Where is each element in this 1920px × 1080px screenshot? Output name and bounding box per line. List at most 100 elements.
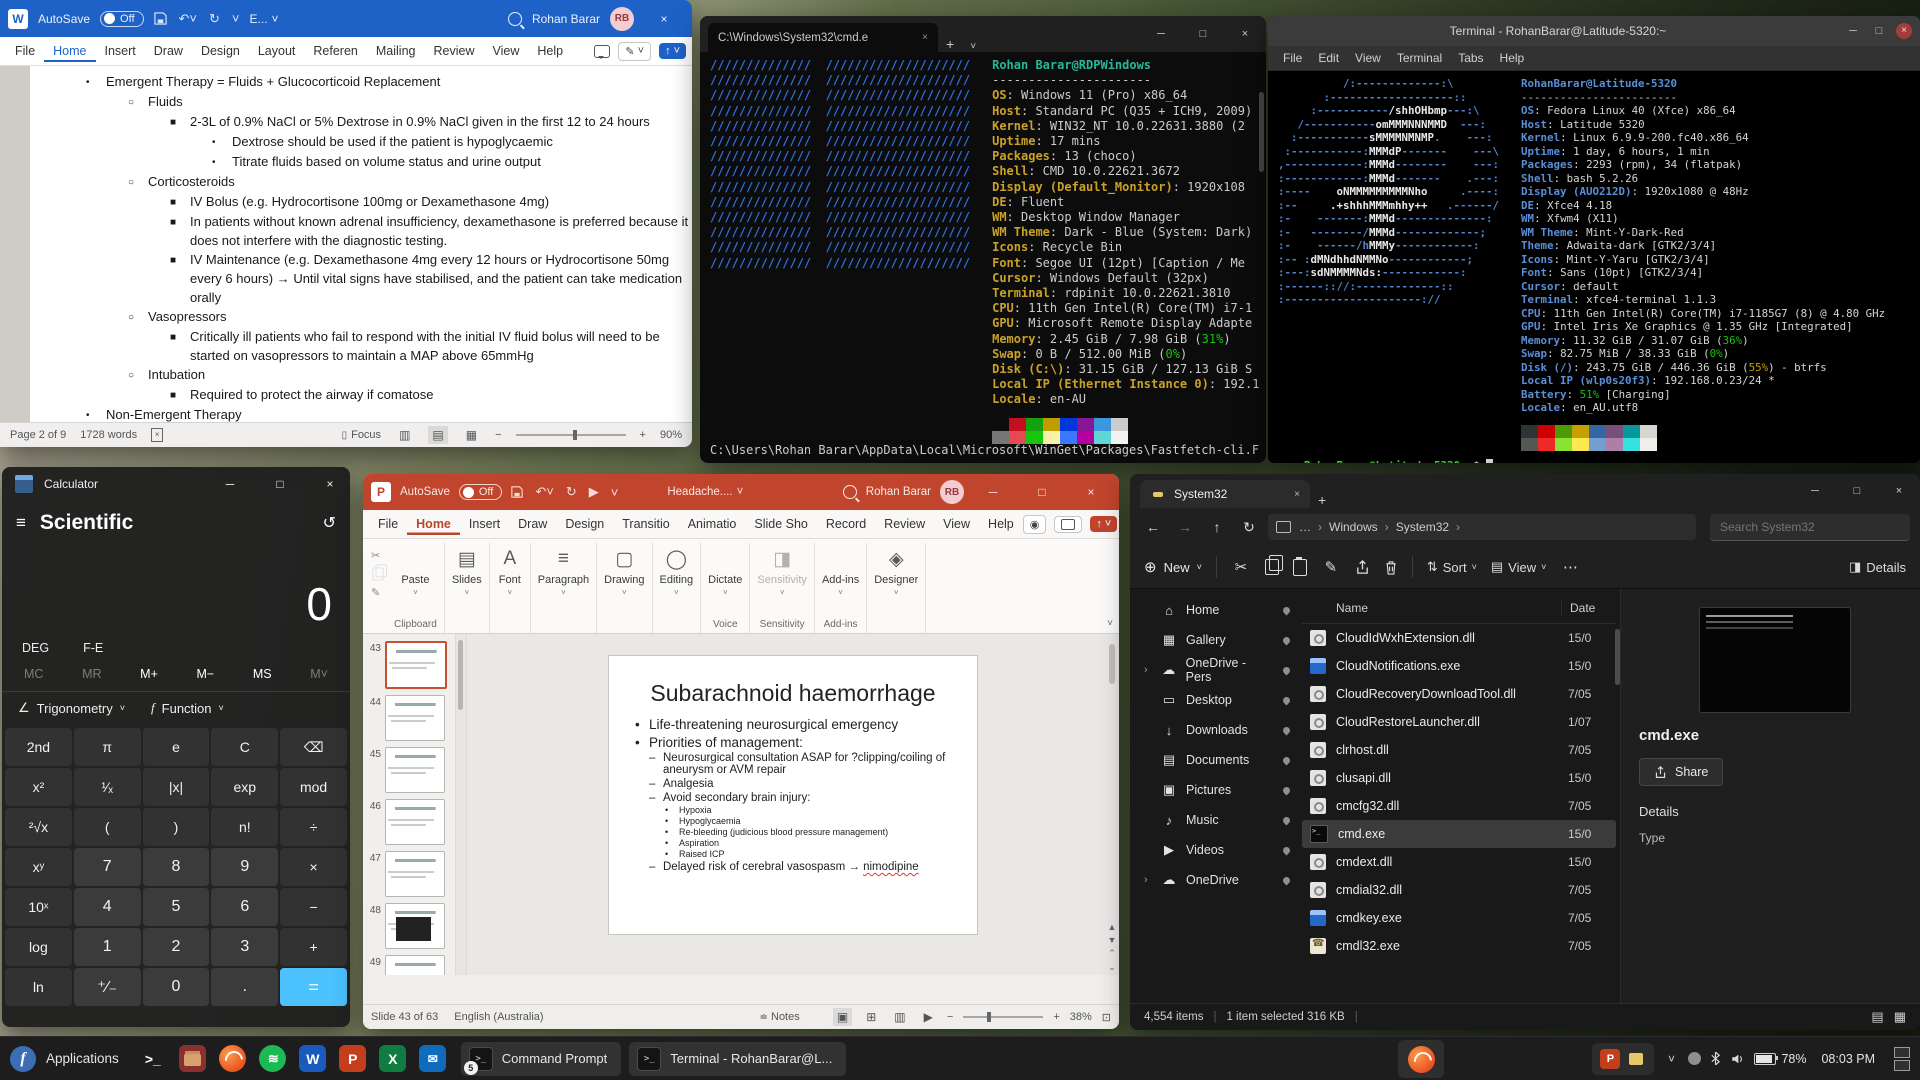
ribbon-tab[interactable]: Transitio	[613, 513, 678, 535]
paste-icon[interactable]	[1292, 556, 1307, 576]
slide-thumbnail[interactable]: 44	[363, 692, 455, 744]
slide-thumbnail-image[interactable]	[385, 799, 445, 845]
details-view-icon[interactable]: ▤	[1871, 1009, 1883, 1025]
slide-indicator[interactable]: Slide 43 of 63	[371, 1011, 438, 1023]
file-row[interactable]: CloudNotifications.exe 15/0	[1302, 652, 1616, 680]
user-name[interactable]: Rohan Barar	[866, 486, 931, 498]
next-slide-button[interactable]: ⌄	[1108, 962, 1116, 973]
menu-item[interactable]: Terminal	[1390, 49, 1449, 67]
autosave-toggle[interactable]: Off	[458, 484, 503, 500]
sidebar-item[interactable]: ⌂ Home	[1130, 595, 1298, 625]
calculator-key[interactable]: C	[211, 728, 279, 766]
calculator-key[interactable]: 2	[142, 928, 210, 966]
page-indicator[interactable]: Page 2 of 9	[10, 429, 66, 441]
ribbon-tab[interactable]: File	[6, 40, 44, 62]
share-icon[interactable]	[1355, 559, 1370, 575]
breadcrumb-item[interactable]: …	[1299, 520, 1329, 534]
ribbon-button[interactable]: Paste ˅	[401, 543, 429, 597]
scroll-down-icon[interactable]: ▼	[1108, 935, 1117, 945]
calculator-key[interactable]: =	[280, 968, 347, 1006]
slide-thumbnail-image[interactable]	[385, 641, 447, 689]
tab-close-icon[interactable]: ×	[1294, 489, 1300, 500]
calculator-key[interactable]: 7	[73, 848, 141, 886]
sidebar-item[interactable]: › ☁ OneDrive	[1130, 865, 1298, 895]
format-painter-icon[interactable]: ✎	[371, 586, 385, 599]
new-tab-button[interactable]: +	[1310, 492, 1334, 508]
ribbon-tab[interactable]: Animatio	[679, 513, 746, 535]
slide-thumbnail-image[interactable]	[385, 903, 445, 949]
minimize-button[interactable]: ─	[973, 486, 1013, 498]
ribbon-tab[interactable]: Home	[407, 513, 460, 535]
slide-thumbnail-image[interactable]	[385, 955, 445, 975]
calculator-key[interactable]: ⌫	[280, 728, 347, 766]
bluetooth-icon[interactable]	[1710, 1051, 1721, 1066]
maximize-button[interactable]: □	[1022, 486, 1062, 498]
launcher-icon[interactable]: ✉	[413, 1037, 453, 1080]
file-row[interactable]: clusapi.dll 15/0	[1302, 764, 1616, 792]
toolbar-more-icon[interactable]: ˅	[232, 11, 240, 26]
sidebar-item[interactable]: ▭ Desktop	[1130, 685, 1298, 715]
cut-icon[interactable]: ✂	[1231, 558, 1251, 576]
collapse-ribbon-icon[interactable]: ˅	[1107, 618, 1113, 629]
sort-button[interactable]: ⇅ Sort ˅	[1427, 559, 1477, 575]
avatar[interactable]: RB	[610, 6, 634, 31]
more-options-icon[interactable]: ⋯	[1560, 558, 1580, 576]
calculator-key[interactable]: x²	[5, 768, 72, 806]
zoom-in-button[interactable]: +	[640, 429, 646, 441]
doc-title[interactable]: Headache.... ˅	[667, 486, 743, 498]
slide-thumbnail-panel[interactable]: 43 44 45 46 47 48 49	[363, 634, 455, 975]
back-button[interactable]: ←	[1140, 519, 1166, 535]
sidebar-item[interactable]: ♪ Music	[1130, 805, 1298, 835]
record-button[interactable]: ◉	[1022, 514, 1047, 534]
angle-unit-button[interactable]: DEG	[22, 641, 49, 655]
previous-slide-button[interactable]: ⌃	[1108, 948, 1116, 959]
copy-icon[interactable]	[372, 564, 387, 581]
print-layout-icon[interactable]: ▤	[428, 426, 448, 444]
word-count[interactable]: 1728 words	[80, 429, 137, 441]
ribbon-tab[interactable]: Help	[528, 40, 572, 62]
ribbon-button[interactable]: ▤ Slides ˅	[452, 543, 482, 598]
undo-button[interactable]: ↶˅	[179, 11, 197, 27]
calculator-key[interactable]: exp	[211, 768, 279, 806]
shell-prompt[interactable]: RohanBarar@Latitude-5320:~$	[1278, 433, 1493, 463]
doc-title[interactable]: E... ˅	[250, 12, 279, 26]
slide-thumbnail[interactable]: 45	[363, 744, 455, 796]
ribbon-tab[interactable]: Design	[556, 513, 613, 535]
slide-thumbnail-image[interactable]	[385, 695, 445, 741]
large-icons-view-icon[interactable]: ▦	[1894, 1009, 1906, 1025]
view-button[interactable]: ▤ View ˅	[1491, 559, 1547, 575]
calculator-key[interactable]: 8	[142, 848, 210, 886]
editing-mode-button[interactable]: ✎Editing˅	[618, 41, 652, 61]
calculator-key[interactable]: 0	[142, 968, 210, 1006]
minimize-button[interactable]: ─	[1794, 474, 1836, 509]
sidebar-item[interactable]: › ☁ OneDrive - Pers	[1130, 655, 1298, 685]
share-button[interactable]: ↑ ˅	[659, 43, 686, 59]
close-button[interactable]: ×	[310, 478, 350, 490]
present-icon[interactable]: ▶	[589, 484, 599, 500]
calculator-key[interactable]: 2nd	[5, 728, 72, 766]
launcher-icon[interactable]	[173, 1037, 213, 1080]
slide-thumbnail[interactable]: 46	[363, 796, 455, 848]
ribbon-tab[interactable]: Review	[875, 513, 934, 535]
calculator-key[interactable]: xʸ	[5, 848, 72, 886]
battery-indicator[interactable]: 78%	[1754, 1052, 1806, 1066]
refresh-button[interactable]: ↻	[1236, 519, 1262, 536]
file-row[interactable]: cmd.exe 15/0	[1302, 820, 1616, 848]
memory-button[interactable]: M+	[132, 665, 166, 683]
file-row[interactable]: cmdial32.dll 7/05	[1302, 876, 1616, 904]
scrollbar[interactable]	[1259, 92, 1264, 172]
launcher-icon[interactable]: ≋	[253, 1037, 293, 1080]
explorer-tab[interactable]: System32 ×	[1140, 480, 1310, 508]
hidden-icons-chevron[interactable]: ˅	[1663, 1052, 1679, 1066]
ribbon-tab[interactable]: Review	[424, 40, 483, 62]
memory-button[interactable]: MR	[74, 665, 109, 683]
status-indicator-icon[interactable]	[1688, 1052, 1702, 1065]
search-icon[interactable]	[507, 11, 525, 30]
search-input[interactable]	[1710, 513, 1910, 541]
close-button[interactable]: ×	[1878, 474, 1920, 509]
memory-button[interactable]: M˅	[302, 665, 336, 683]
share-button[interactable]: ↑ ˅	[1090, 516, 1118, 532]
slide-scrollbar[interactable]	[1107, 638, 1117, 945]
terminal-tab[interactable]: C:\Windows\System32\cmd.e ×	[708, 23, 938, 52]
new-button[interactable]: ⊕ New ˅	[1144, 558, 1202, 576]
